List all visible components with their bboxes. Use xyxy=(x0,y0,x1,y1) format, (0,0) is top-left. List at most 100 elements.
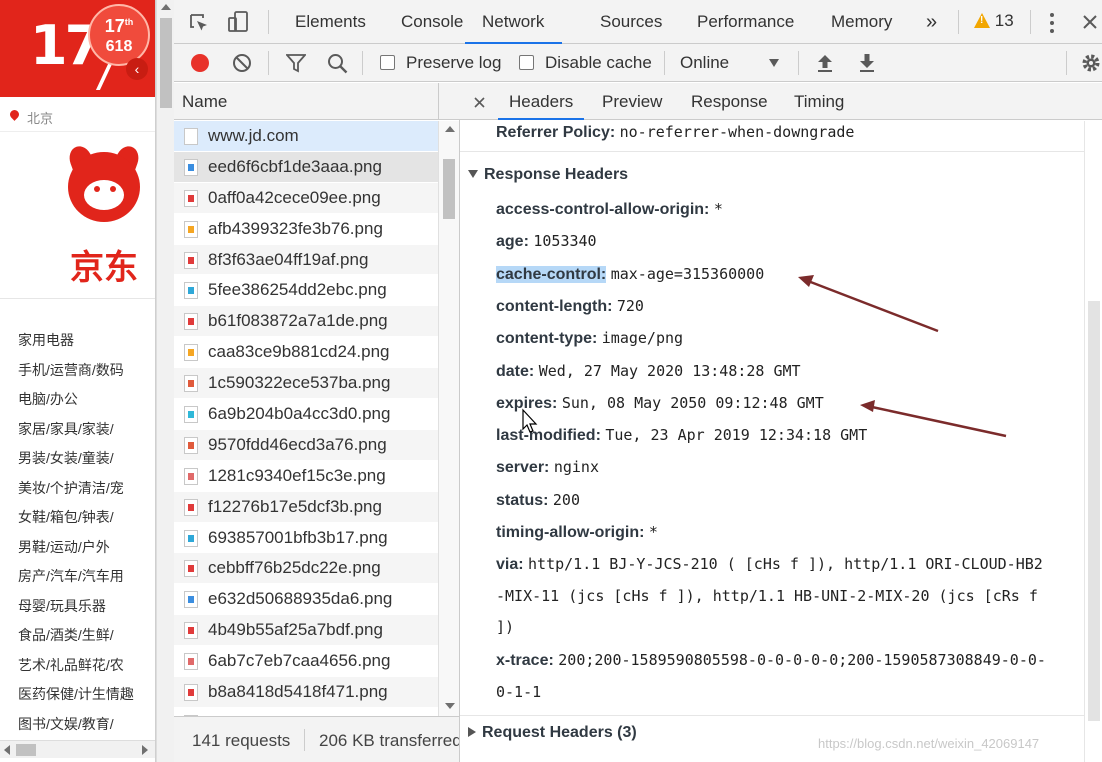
category-item[interactable]: 男鞋/运动/户外 xyxy=(18,537,155,567)
chevron-down-icon[interactable] xyxy=(768,58,780,68)
tab-memory[interactable]: Memory xyxy=(831,0,892,44)
file-type-mark xyxy=(188,503,194,511)
warnings-counter[interactable]: 13 xyxy=(974,11,1014,31)
preserve-log-label[interactable]: Preserve log xyxy=(406,53,501,73)
request-row[interactable]: 1c590322ece537ba.png xyxy=(174,368,438,400)
preserve-log-checkbox[interactable] xyxy=(380,55,395,70)
request-row[interactable]: 5fee386254dd2ebc.png xyxy=(174,275,438,307)
import-har-icon[interactable] xyxy=(816,53,834,73)
kebab-menu-icon[interactable] xyxy=(1048,12,1056,34)
promo-banner[interactable]: 17 17th 618 ‹ xyxy=(0,0,155,97)
warning-icon xyxy=(974,13,990,28)
tab-elements[interactable]: Elements xyxy=(295,0,366,44)
response-headers-toggle[interactable]: Response Headers xyxy=(468,166,628,184)
record-icon[interactable] xyxy=(190,53,210,73)
image-icon xyxy=(184,653,198,671)
inspect-element-icon[interactable] xyxy=(188,12,210,34)
scroll-thumb[interactable] xyxy=(443,159,455,219)
close-icon[interactable] xyxy=(1082,14,1098,30)
scroll-up-icon[interactable] xyxy=(445,126,455,132)
search-icon[interactable] xyxy=(327,53,348,74)
webpage-vertical-scrollbar[interactable] xyxy=(156,0,174,762)
header-name: timing-allow-origin: xyxy=(496,524,645,541)
category-item[interactable]: 男装/女装/童装/ xyxy=(18,448,155,478)
request-list-scrollbar[interactable] xyxy=(438,121,459,716)
header-value: image/png xyxy=(601,329,684,348)
request-headers-toggle[interactable]: Request Headers (3) xyxy=(468,724,637,742)
details-scrollbar[interactable] xyxy=(1084,121,1102,762)
request-row[interactable]: 4b49b55af25a7bdf.png xyxy=(174,615,438,647)
category-item[interactable]: 图书/文娱/教育/ xyxy=(18,714,155,744)
file-type-mark xyxy=(188,225,194,233)
header-value: max-age=315360000 xyxy=(610,264,765,283)
request-row[interactable]: cebbff76b25dc22e.png xyxy=(174,553,438,585)
throttling-select[interactable]: Online xyxy=(680,53,729,73)
header-value: Tue, 23 Apr 2019 12:34:18 GMT xyxy=(605,426,868,445)
scroll-up-icon[interactable] xyxy=(161,4,171,10)
request-row[interactable]: eed6f6cbf1de3aaa.png xyxy=(174,151,438,183)
request-row[interactable]: e632d50688935da6.png xyxy=(174,584,438,616)
scroll-thumb[interactable] xyxy=(160,18,172,108)
devtools-panel: Elements Console Network Sources Perform… xyxy=(174,0,1102,762)
scroll-thumb[interactable] xyxy=(1088,301,1100,721)
category-item[interactable]: 手机/运营商/数码 xyxy=(18,360,155,390)
category-item[interactable]: 食品/酒类/生鲜/ xyxy=(18,625,155,655)
tab-response[interactable]: Response xyxy=(691,92,768,112)
tab-sources[interactable]: Sources xyxy=(600,0,662,44)
category-item[interactable]: 美妆/个护清洁/宠 xyxy=(18,478,155,508)
scroll-left-icon[interactable] xyxy=(4,745,10,755)
category-item[interactable]: 电脑/办公 xyxy=(18,389,155,419)
file-type-mark xyxy=(188,441,194,449)
category-item[interactable]: 母婴/玩具乐器 xyxy=(18,596,155,626)
request-row[interactable]: 1281c9340ef15c3e.png xyxy=(174,461,438,492)
more-tabs-button[interactable]: » xyxy=(926,0,937,44)
tab-network[interactable]: Network xyxy=(465,0,563,44)
disable-cache-label[interactable]: Disable cache xyxy=(545,53,652,73)
watermark: https://blog.csdn.net/weixin_42069147 xyxy=(818,736,1040,751)
category-item[interactable]: 女鞋/箱包/钟表/ xyxy=(18,507,155,537)
category-item[interactable]: 医药保健/计生情趣 xyxy=(18,684,155,714)
scroll-down-icon[interactable] xyxy=(445,703,455,709)
request-row[interactable]: b8a8418d5418f471.png xyxy=(174,677,438,708)
scroll-right-icon[interactable] xyxy=(142,745,148,755)
category-item[interactable]: 家居/家具/家装/ xyxy=(18,419,155,449)
gear-icon[interactable] xyxy=(1080,52,1102,74)
request-row[interactable]: 9570fdd46ecd3a76.png xyxy=(174,429,438,461)
scroll-thumb[interactable] xyxy=(16,744,36,756)
request-count: 141 requests xyxy=(192,731,291,750)
request-row[interactable]: caa83ce9b881cd24.png xyxy=(174,337,438,369)
tab-timing[interactable]: Timing xyxy=(794,92,844,112)
export-har-icon[interactable] xyxy=(858,53,876,73)
request-row[interactable]: 6a9b204b0a4cc3d0.png xyxy=(174,399,438,430)
request-row[interactable]: www.jd.com xyxy=(174,121,438,152)
tab-headers[interactable]: Headers xyxy=(509,92,573,112)
filter-icon[interactable] xyxy=(286,54,306,73)
clear-icon[interactable] xyxy=(232,53,252,73)
name-column-header[interactable]: Name xyxy=(182,92,227,112)
request-row[interactable]: 6ab7c7eb7caa4656.png xyxy=(174,646,438,678)
header-value: Sun, 08 May 2050 09:12:48 GMT xyxy=(561,393,824,412)
request-row[interactable]: 8f3f63ae04ff19af.png xyxy=(174,244,438,276)
file-type-mark xyxy=(188,256,194,264)
category-item[interactable]: 艺术/礼品鲜花/农 xyxy=(18,655,155,685)
request-name: eed6f6cbf1de3aaa.png xyxy=(208,156,382,176)
tab-preview[interactable]: Preview xyxy=(602,92,662,112)
disable-cache-checkbox[interactable] xyxy=(519,55,534,70)
tab-console[interactable]: Console xyxy=(401,0,463,44)
request-row[interactable]: f12276b17e5dcf3b.png xyxy=(174,491,438,523)
request-row[interactable]: b61f083872a7a1de.png xyxy=(174,306,438,338)
header-name: Referrer Policy: xyxy=(496,124,616,141)
jd-logo[interactable]: 京东 xyxy=(60,143,150,287)
device-toolbar-icon[interactable] xyxy=(226,10,250,34)
location-text: 北京 xyxy=(27,111,54,126)
close-details-icon[interactable] xyxy=(474,97,485,108)
request-row[interactable]: 693857001bfb3b17.png xyxy=(174,523,438,554)
request-row[interactable]: 0aff0a42cece09ee.png xyxy=(174,182,438,214)
category-item[interactable]: 房产/汽车/汽车用 xyxy=(18,566,155,596)
category-item[interactable]: 家用电器 xyxy=(18,330,155,360)
request-row[interactable]: afb4399323fe3b76.png xyxy=(174,214,438,245)
tab-performance[interactable]: Performance xyxy=(697,0,794,44)
webpage-horizontal-scrollbar[interactable] xyxy=(0,740,155,758)
location-selector[interactable]: 北京 xyxy=(0,100,155,132)
promo-prev-button[interactable]: ‹ xyxy=(126,58,148,80)
